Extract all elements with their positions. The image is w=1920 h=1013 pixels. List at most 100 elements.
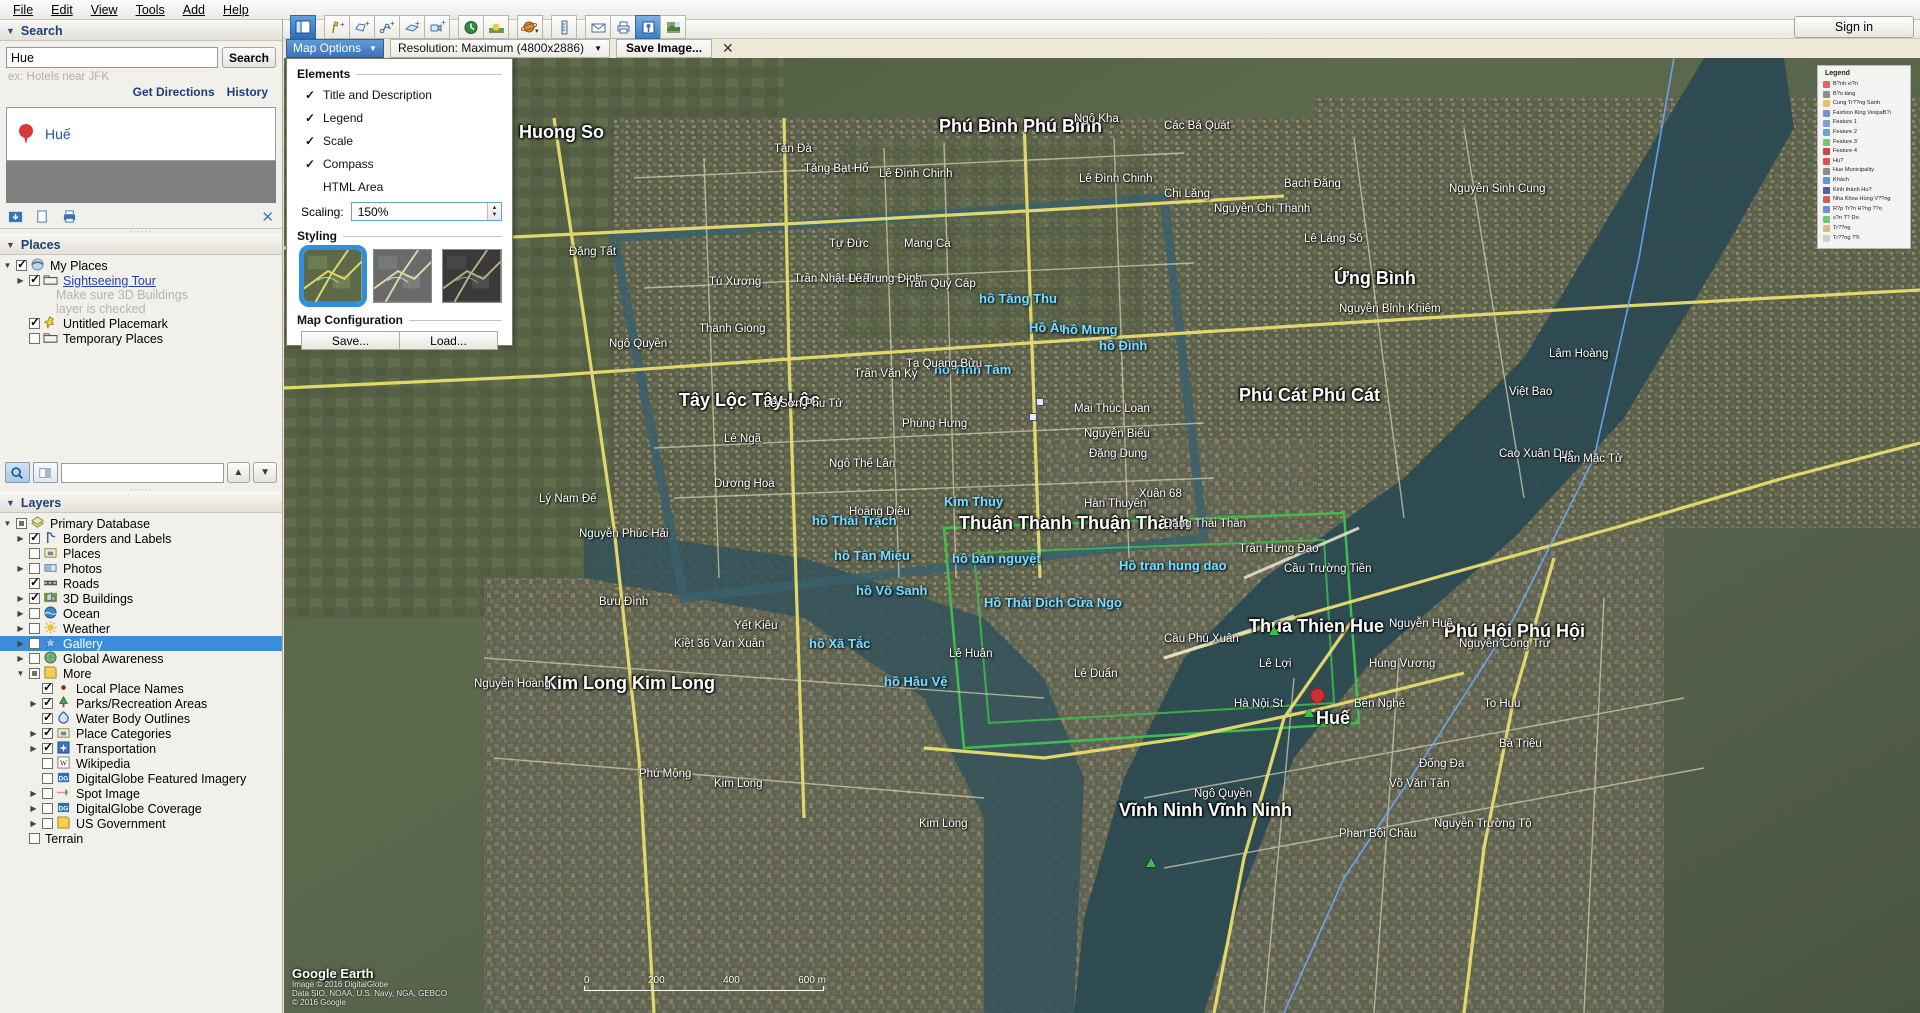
twisty-expanded-icon[interactable]: ▼ — [15, 669, 26, 678]
add-placemark-button[interactable]: + — [324, 15, 350, 39]
layers-item-checkbox[interactable] — [42, 683, 53, 694]
twisty-collapsed-icon[interactable]: ▶ — [28, 804, 39, 813]
layers-tree-item[interactable]: ▶Parks/Recreation Areas — [0, 696, 282, 711]
layers-item-checkbox[interactable] — [29, 593, 40, 604]
toggle-sidebar-button[interactable] — [290, 15, 316, 39]
record-tour-button[interactable]: + — [424, 15, 450, 39]
layers-tree-item[interactable]: ▶US Government — [0, 816, 282, 831]
map-placemark-pin[interactable] — [1310, 688, 1323, 707]
layers-item-checkbox[interactable] — [29, 623, 40, 634]
search-panel-header[interactable]: ▼ Search — [0, 20, 282, 41]
print-icon[interactable] — [62, 209, 77, 224]
poi-marker-square[interactable] — [1036, 398, 1044, 406]
places-tree-item[interactable]: ▶Sightseeing Tour — [0, 273, 282, 288]
poi-marker-square-2[interactable] — [1029, 413, 1037, 421]
import-icon[interactable] — [8, 209, 23, 224]
places-panel-header[interactable]: ▼ Places — [0, 234, 282, 255]
layers-tree-item[interactable]: Water Body Outlines — [0, 711, 282, 726]
map-option-row[interactable]: ✓Title and Description — [297, 83, 502, 106]
layers-tree-item[interactable]: ▶DGDigitalGlobe Coverage — [0, 801, 282, 816]
layers-tree-item[interactable]: ▼Primary Database — [0, 516, 282, 531]
twisty-collapsed-icon[interactable]: ▶ — [15, 276, 26, 285]
map-option-row[interactable]: ✓Scale — [297, 129, 502, 152]
layers-tree-item[interactable]: Terrain — [0, 831, 282, 846]
layers-item-checkbox[interactable] — [29, 833, 40, 844]
print-button[interactable] — [610, 15, 636, 39]
layers-tree-item[interactable]: DGDigitalGlobe Featured Imagery — [0, 771, 282, 786]
search-result-item[interactable]: Huế — [6, 107, 276, 161]
layers-item-checkbox[interactable] — [42, 713, 53, 724]
layers-item-checkbox[interactable] — [16, 518, 27, 529]
twisty-collapsed-icon[interactable]: ▶ — [15, 639, 26, 648]
search-button[interactable]: Search — [222, 47, 276, 68]
add-path-button[interactable]: + — [374, 15, 400, 39]
sign-in-button[interactable]: Sign in — [1794, 16, 1914, 38]
map-option-row[interactable]: ✓Compass — [297, 152, 502, 175]
layers-tree-item[interactable]: ▶Ocean — [0, 606, 282, 621]
layers-tree-item[interactable]: ▶Spot Image — [0, 786, 282, 801]
places-item-checkbox[interactable] — [16, 260, 27, 271]
view-in-maps-button[interactable] — [660, 15, 686, 39]
twisty-collapsed-icon[interactable]: ▶ — [15, 609, 26, 618]
layers-item-checkbox[interactable] — [29, 548, 40, 559]
layers-search-input[interactable] — [61, 463, 224, 483]
layers-tree-item[interactable]: ▶Transportation — [0, 741, 282, 756]
map-config-save-button[interactable]: Save... — [301, 331, 400, 350]
layer-search-icon[interactable] — [5, 462, 30, 483]
layers-tree-item[interactable]: ▶Weather — [0, 621, 282, 636]
layers-item-checkbox[interactable] — [42, 758, 53, 769]
layers-tree-item[interactable]: ▶Place Categories — [0, 726, 282, 741]
style-thumb-clean[interactable] — [303, 249, 363, 303]
twisty-collapsed-icon[interactable]: ▶ — [15, 594, 26, 603]
switch-planet-button[interactable]: ▾ — [517, 15, 543, 39]
poi-marker-tree[interactable] — [1304, 708, 1314, 717]
layers-tree-item[interactable]: ▶Gallery — [0, 636, 282, 651]
layers-next-button[interactable]: ▼ — [253, 462, 277, 483]
scaling-spinner-arrows[interactable]: ▲▼ — [487, 203, 501, 220]
add-polygon-button[interactable]: + — [349, 15, 375, 39]
layers-tree-item[interactable]: ▶Borders and Labels — [0, 531, 282, 546]
menu-item-file[interactable]: File — [4, 1, 42, 19]
add-image-overlay-button[interactable]: + — [399, 15, 425, 39]
twisty-collapsed-icon[interactable]: ▶ — [15, 624, 26, 633]
places-tree-item[interactable]: Temporary Places — [0, 331, 282, 346]
map-option-row[interactable]: ✓Legend — [297, 106, 502, 129]
places-item-checkbox[interactable] — [29, 275, 40, 286]
layers-item-checkbox[interactable] — [42, 743, 53, 754]
menu-item-help[interactable]: Help — [214, 1, 258, 19]
layers-tree-item[interactable]: ▼More — [0, 666, 282, 681]
layers-item-checkbox[interactable] — [29, 563, 40, 574]
style-thumb-grayscale[interactable] — [373, 249, 433, 303]
twisty-collapsed-icon[interactable]: ▶ — [28, 744, 39, 753]
map-config-load-button[interactable]: Load... — [399, 331, 498, 350]
history-link[interactable]: History — [227, 85, 268, 99]
menu-item-tools[interactable]: Tools — [127, 1, 174, 19]
layers-tree-item[interactable]: ▶Global Awareness — [0, 651, 282, 666]
layers-item-checkbox[interactable] — [29, 608, 40, 619]
twisty-collapsed-icon[interactable]: ▶ — [28, 789, 39, 798]
twisty-collapsed-icon[interactable]: ▶ — [28, 729, 39, 738]
layers-item-checkbox[interactable] — [29, 638, 40, 649]
map-canvas[interactable]: Huong SoPhú Bình Phú BìnhCác Bá QuátỨng … — [284, 58, 1920, 1013]
layers-item-checkbox[interactable] — [42, 728, 53, 739]
copy-icon[interactable] — [35, 209, 50, 224]
places-item-checkbox[interactable] — [29, 333, 40, 344]
layer-contrast-icon[interactable] — [33, 462, 58, 483]
twisty-collapsed-icon[interactable]: ▶ — [15, 534, 26, 543]
twisty-collapsed-icon[interactable]: ▶ — [28, 819, 39, 828]
poi-marker-tree-3[interactable] — [1146, 858, 1156, 867]
search-input[interactable] — [6, 47, 218, 68]
close-search-results-icon[interactable]: ✕ — [261, 208, 274, 226]
save-image-button[interactable] — [635, 15, 661, 39]
layers-tree-item[interactable]: Local Place Names — [0, 681, 282, 696]
poi-marker-tree-2[interactable] — [1269, 626, 1279, 635]
style-thumb-dark[interactable] — [442, 249, 502, 303]
menu-item-view[interactable]: View — [82, 1, 127, 19]
sunlight-button[interactable] — [483, 15, 509, 39]
save-image-action-button[interactable]: Save Image... — [616, 39, 712, 58]
map-options-button[interactable]: Map Options ▼ — [286, 39, 384, 58]
resolution-dropdown[interactable]: Resolution: Maximum (4800x2886) ▼ — [390, 39, 610, 58]
layers-item-checkbox[interactable] — [29, 653, 40, 664]
layers-tree-item[interactable]: Places — [0, 546, 282, 561]
twisty-collapsed-icon[interactable]: ▶ — [15, 654, 26, 663]
